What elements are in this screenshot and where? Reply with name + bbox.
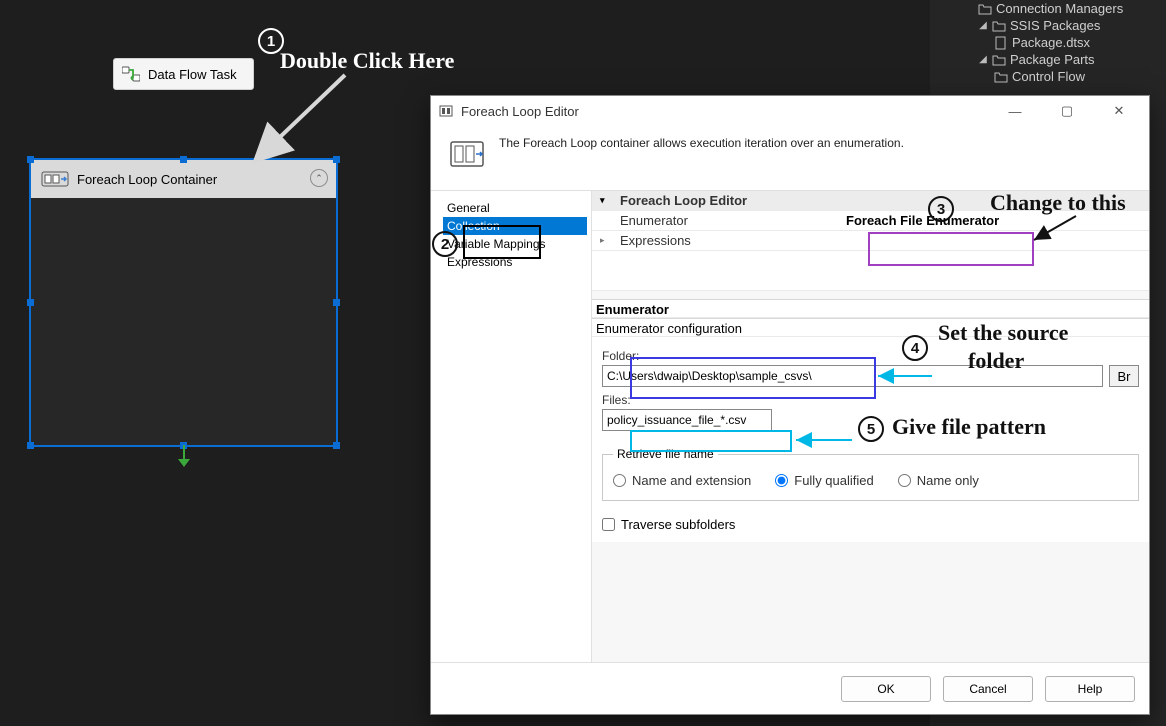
- foreach-icon: [41, 169, 69, 189]
- tree-label: Package.dtsx: [1012, 35, 1090, 50]
- browse-folder-button[interactable]: Br: [1109, 365, 1139, 387]
- retrieve-filename-group: Retrieve file name Name and extension Fu…: [602, 447, 1139, 501]
- nav-collection[interactable]: Collection: [443, 217, 587, 235]
- selection-handle[interactable]: [27, 156, 34, 163]
- dialog-description: The Foreach Loop container allows execut…: [431, 126, 1149, 191]
- folder-input[interactable]: [602, 365, 1103, 387]
- tree-ssis-packages[interactable]: ◢ SSIS Packages: [932, 17, 1164, 34]
- tree-connection-managers[interactable]: Connection Managers: [932, 0, 1164, 17]
- files-input[interactable]: [602, 409, 772, 431]
- foreach-loop-editor-dialog: Foreach Loop Editor — ▢ ✕ The Foreach Lo…: [430, 95, 1150, 715]
- folder-icon: [992, 53, 1006, 67]
- nav-expressions[interactable]: Expressions: [443, 253, 587, 271]
- dialog-button-row: OK Cancel Help: [431, 662, 1149, 714]
- folder-icon: [978, 2, 992, 16]
- radio-label: Name and extension: [632, 473, 751, 488]
- radio-name-only[interactable]: Name only: [898, 473, 979, 488]
- collapse-icon[interactable]: ⌃: [310, 169, 328, 187]
- maximize-button[interactable]: ▢: [1045, 97, 1089, 125]
- selection-handle[interactable]: [27, 299, 34, 306]
- radio-name-and-extension[interactable]: Name and extension: [613, 473, 751, 488]
- selection-handle[interactable]: [333, 442, 340, 449]
- traverse-subfolders-checkbox[interactable]: [602, 518, 615, 531]
- chevron-right-icon[interactable]: ▸: [600, 235, 605, 246]
- foreach-loop-container[interactable]: Foreach Loop Container ⌃: [29, 158, 338, 447]
- prop-key: Expressions: [592, 233, 842, 248]
- folder-icon: [992, 19, 1006, 33]
- enumerator-config-heading: Enumerator configuration: [592, 318, 1149, 337]
- ok-button[interactable]: OK: [841, 676, 931, 702]
- tree-label: Package Parts: [1010, 52, 1095, 67]
- prop-expressions[interactable]: ▸ Expressions: [592, 231, 1149, 251]
- tree-package-parts[interactable]: ◢ Package Parts: [932, 51, 1164, 68]
- prop-enumerator[interactable]: Enumerator Foreach File Enumerator: [592, 211, 1149, 231]
- files-label: Files:: [602, 393, 1139, 407]
- tree-package-dtsx[interactable]: Package.dtsx: [932, 34, 1164, 51]
- dialog-icon: [439, 104, 453, 118]
- tree-control-flow[interactable]: Control Flow: [932, 68, 1164, 85]
- expand-icon[interactable]: ◢: [978, 54, 988, 65]
- dialog-titlebar[interactable]: Foreach Loop Editor — ▢ ✕: [431, 96, 1149, 126]
- tree-label: SSIS Packages: [1010, 18, 1100, 33]
- enumerator-heading: Enumerator: [596, 302, 669, 317]
- file-icon: [994, 36, 1008, 50]
- selection-handle[interactable]: [27, 442, 34, 449]
- folder-label: Folder:: [602, 349, 1139, 363]
- prop-group[interactable]: ▾ Foreach Loop Editor: [592, 191, 1149, 211]
- nav-variable-mappings[interactable]: Variable Mappings: [443, 235, 587, 253]
- dialog-description-text: The Foreach Loop container allows execut…: [499, 136, 904, 150]
- folder-icon: [994, 70, 1008, 84]
- tree-label: Connection Managers: [996, 1, 1123, 16]
- foreach-header[interactable]: Foreach Loop Container ⌃: [31, 160, 336, 198]
- prop-key: Enumerator: [592, 213, 842, 228]
- close-button[interactable]: ✕: [1097, 97, 1141, 125]
- dialog-nav: General Collection Variable Mappings Exp…: [431, 191, 591, 662]
- minimize-button[interactable]: —: [993, 97, 1037, 125]
- selection-handle[interactable]: [333, 156, 340, 163]
- data-flow-task-node[interactable]: Data Flow Task: [113, 58, 254, 90]
- cancel-button[interactable]: Cancel: [943, 676, 1033, 702]
- prop-enumerator-value[interactable]: Foreach File Enumerator: [842, 213, 1149, 228]
- help-button[interactable]: Help: [1045, 676, 1135, 702]
- data-flow-icon: [122, 65, 140, 83]
- selection-handle[interactable]: [333, 299, 340, 306]
- foreach-large-icon: [449, 136, 485, 172]
- chevron-down-icon[interactable]: ▾: [600, 195, 605, 206]
- retrieve-legend: Retrieve file name: [613, 447, 718, 461]
- tree-label: Control Flow: [1012, 69, 1085, 84]
- traverse-label: Traverse subfolders: [621, 517, 735, 532]
- connector-arrow-icon[interactable]: [176, 445, 192, 469]
- nav-general[interactable]: General: [443, 199, 587, 217]
- radio-label: Name only: [917, 473, 979, 488]
- radio-fully-qualified[interactable]: Fully qualified: [775, 473, 874, 488]
- prop-group-label: Foreach Loop Editor: [592, 193, 842, 208]
- expand-icon[interactable]: ◢: [978, 20, 988, 31]
- selection-handle[interactable]: [180, 156, 187, 163]
- property-grid: ▾ Foreach Loop Editor Enumerator Foreach…: [592, 191, 1149, 291]
- radio-label: Fully qualified: [794, 473, 874, 488]
- dialog-title: Foreach Loop Editor: [461, 104, 579, 119]
- dialog-main-panel: ▾ Foreach Loop Editor Enumerator Foreach…: [591, 191, 1149, 662]
- data-flow-task-label: Data Flow Task: [148, 67, 237, 82]
- foreach-container-label: Foreach Loop Container: [77, 172, 217, 187]
